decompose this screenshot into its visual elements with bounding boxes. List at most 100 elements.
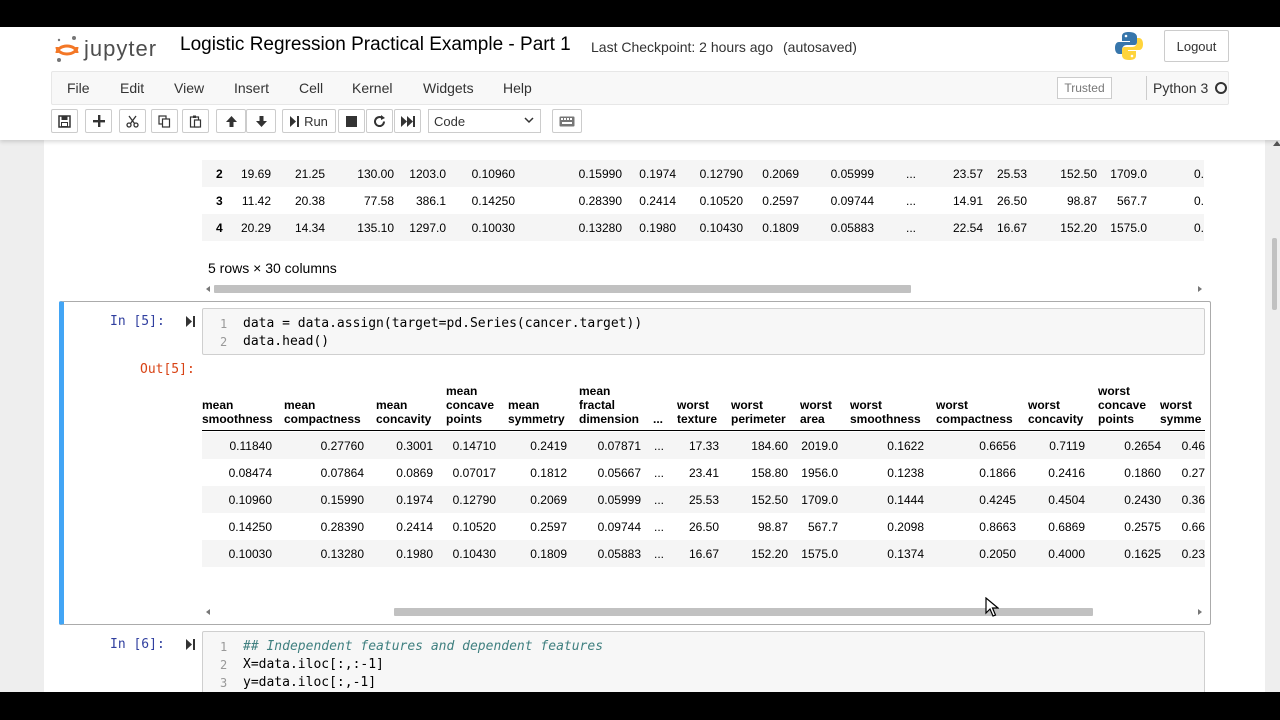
table-cell: ... (653, 547, 664, 561)
table-cell: 0.15990 (320, 493, 364, 507)
jupyter-logo-icon (55, 36, 79, 62)
table-cell: 0.2654 (1124, 439, 1161, 453)
command-palette-button[interactable] (552, 109, 582, 133)
menu-kernel[interactable]: Kernel (352, 80, 392, 96)
kernel-idle-indicator (1215, 82, 1227, 94)
save-button[interactable] (51, 109, 78, 133)
table-cell: 25.53 (688, 493, 719, 507)
table-cell: 0.07864 (320, 466, 364, 480)
menu-file[interactable]: File (67, 80, 90, 96)
table-cell: 23.41 (688, 466, 719, 480)
column-header[interactable]: worst area (800, 398, 832, 426)
table-cell: 16.67 (996, 221, 1027, 235)
column-header[interactable]: mean compactness (284, 398, 361, 426)
menu-edit[interactable]: Edit (120, 80, 144, 96)
restart-icon (374, 114, 386, 127)
paste-button[interactable] (182, 109, 209, 133)
jupyter-notebook-app: jupyter Logistic Regression Practical Ex… (0, 27, 1280, 692)
scroll-left-arrow-icon[interactable] (206, 286, 210, 292)
trusted-badge[interactable]: Trusted (1057, 77, 1112, 99)
restart-kernel-button[interactable] (366, 109, 393, 133)
column-header[interactable]: worst texture (677, 398, 717, 426)
restart-run-all-button[interactable] (394, 109, 421, 133)
code-input-6[interactable]: 1 ## Independent features and dependent … (202, 631, 1205, 692)
scroll-left-arrow-icon[interactable] (206, 609, 210, 615)
output-5-scrollbar[interactable] (204, 607, 1206, 617)
code-line[interactable]: y=data.iloc[:,-1] (243, 675, 376, 690)
table-header-rule (202, 430, 1205, 431)
table-cell: 0.05999 (597, 493, 641, 507)
cell-type-select[interactable]: Code (428, 109, 541, 133)
logout-button[interactable]: Logout (1164, 30, 1229, 62)
menubar: File Edit View Insert Cell Kernel Widget… (51, 71, 1229, 105)
prior-output-scrollbar[interactable] (204, 284, 1206, 294)
column-header[interactable]: mean concave points (446, 384, 494, 426)
table-cell: 0.28390 (320, 520, 364, 534)
jupyter-logo[interactable]: jupyter (54, 32, 157, 66)
table-cell: 26.50 (688, 520, 719, 534)
code-line[interactable]: data = data.assign(target=pd.Series(canc… (243, 316, 642, 331)
column-header[interactable]: worst symme (1160, 398, 1201, 426)
code-line[interactable]: data.head() (243, 334, 329, 349)
table-cell: 22.54 (952, 221, 983, 235)
table-cell: 0.28390 (578, 194, 622, 208)
menu-insert[interactable]: Insert (234, 80, 269, 96)
menu-widgets[interactable]: Widgets (423, 80, 474, 96)
table-cell: 0.14250 (471, 194, 515, 208)
code-input-5[interactable]: 1 data = data.assign(target=pd.Series(ca… (202, 308, 1205, 355)
run-cell-icon[interactable] (186, 639, 196, 650)
table-cell: ... (905, 194, 916, 208)
page-vertical-scrollbar[interactable] (1265, 140, 1280, 692)
table-cell: 0.07871 (597, 439, 641, 453)
table-cell: 23.57 (952, 167, 983, 181)
copy-button[interactable] (151, 109, 178, 133)
table-cell: 0.1625 (1124, 547, 1161, 561)
table-cell: 20.38 (294, 194, 325, 208)
column-header[interactable]: mean concavity (376, 398, 431, 426)
column-header[interactable]: worst smoothness (850, 398, 921, 426)
scrollbar-thumb[interactable] (1272, 238, 1277, 310)
table-cell: 0.6869 (1048, 520, 1085, 534)
menu-view[interactable]: View (174, 80, 204, 96)
notebook-header: jupyter Logistic Regression Practical Ex… (0, 27, 1280, 140)
table-cell: 0.2069 (762, 167, 799, 181)
column-header[interactable]: worst compactness (936, 398, 1013, 426)
code-comment-line[interactable]: ## Independent features and dependent fe… (243, 639, 603, 654)
table-cell: 130.00 (357, 167, 394, 181)
table-cell: 0.2597 (530, 520, 567, 534)
column-header[interactable]: worst concavity (1028, 398, 1083, 426)
column-header[interactable]: mean symmetry (508, 398, 565, 426)
column-header[interactable]: ... (653, 412, 663, 426)
table-cell: ... (653, 466, 664, 480)
autosave-label: (autosaved) (783, 39, 857, 55)
insert-cell-button[interactable] (85, 109, 112, 133)
table-cell: ... (905, 221, 916, 235)
dataframe-output-5: mean smoothness mean compactness mean conc… (202, 370, 1205, 570)
scroll-right-arrow-icon[interactable] (1198, 286, 1202, 292)
table-cell: 26.50 (996, 194, 1027, 208)
line-number: 2 (220, 335, 228, 349)
menu-help[interactable]: Help (503, 80, 532, 96)
table-cell: 0.14710 (452, 439, 496, 453)
notebook-title[interactable]: Logistic Regression Practical Example - … (180, 34, 571, 56)
scroll-right-arrow-icon[interactable] (1198, 609, 1202, 615)
interrupt-button[interactable] (338, 109, 365, 133)
scrollbar-thumb[interactable] (214, 285, 911, 293)
column-header[interactable]: mean smoothness (202, 398, 273, 426)
cut-button[interactable] (119, 109, 146, 133)
column-header[interactable]: worst perimeter (731, 398, 786, 426)
kernel-name[interactable]: Python 3 (1153, 80, 1208, 96)
table-cell: 1709.0 (801, 493, 838, 507)
table-cell: 0. (1193, 194, 1204, 208)
code-line[interactable]: X=data.iloc[:,:-1] (243, 657, 384, 672)
row-index: 3 (216, 194, 223, 208)
run-button[interactable]: Run (282, 109, 336, 133)
run-cell-icon[interactable] (186, 316, 196, 327)
scroll-up-arrow-icon[interactable] (1273, 141, 1280, 146)
table-cell: 0.1974 (639, 167, 676, 181)
menu-cell[interactable]: Cell (299, 80, 323, 96)
column-header[interactable]: worst concave points (1098, 384, 1146, 426)
move-down-button[interactable] (246, 109, 276, 133)
move-up-button[interactable] (216, 109, 246, 133)
column-header[interactable]: mean fractal dimension (579, 384, 639, 426)
